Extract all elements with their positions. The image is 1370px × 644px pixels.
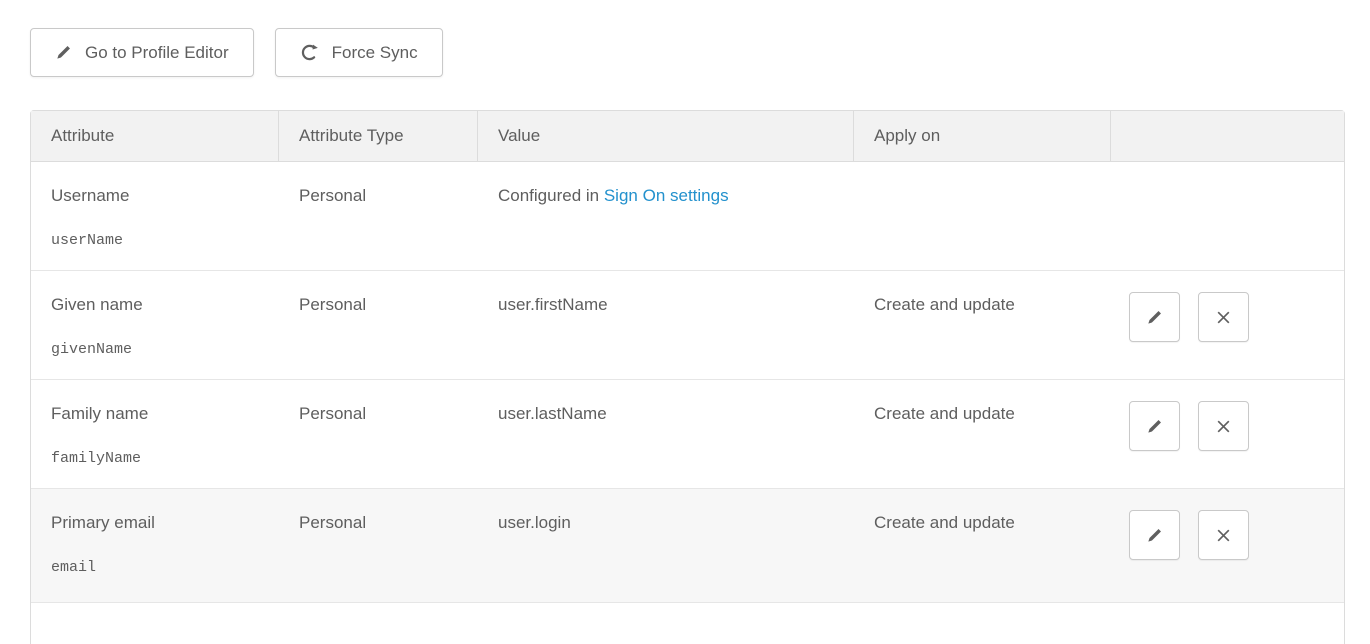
apply-on-cell: Create and update xyxy=(854,489,1111,603)
close-icon xyxy=(1215,418,1232,435)
pencil-icon xyxy=(1146,527,1163,544)
apply-on-cell: Create and update xyxy=(854,271,1111,380)
value-text: user.lastName xyxy=(498,404,607,423)
attribute-cell: Primary email email xyxy=(31,489,279,603)
attribute-type-cell: Personal xyxy=(279,271,478,380)
attribute-label: Family name xyxy=(51,404,269,424)
value-text: Configured in xyxy=(498,186,604,205)
value-cell: user.login xyxy=(478,489,854,603)
attribute-cell: Given name givenName xyxy=(31,271,279,380)
column-header-attribute: Attribute xyxy=(31,111,279,162)
apply-on-text: Create and update xyxy=(874,295,1015,314)
toolbar: Go to Profile Editor Force Sync xyxy=(30,28,443,77)
attribute-type-cell: Personal xyxy=(279,489,478,603)
attribute-variable: userName xyxy=(51,232,269,249)
column-header-actions xyxy=(1111,111,1344,162)
pencil-icon xyxy=(1146,418,1163,435)
pencil-icon xyxy=(1146,309,1163,326)
edit-attribute-button[interactable] xyxy=(1129,510,1180,560)
sign-on-settings-link[interactable]: Sign On settings xyxy=(604,186,729,205)
force-sync-label: Force Sync xyxy=(332,43,418,63)
actions-cell xyxy=(1111,489,1344,603)
table-row-username: Username userName Personal Configured in… xyxy=(31,162,1344,271)
attribute-type: Personal xyxy=(299,404,366,423)
column-header-attribute-type: Attribute Type xyxy=(279,111,478,162)
value-text: user.login xyxy=(498,513,571,532)
attribute-variable: email xyxy=(51,559,269,576)
value-cell: user.firstName xyxy=(478,271,854,380)
table-row-partial xyxy=(31,603,1344,644)
attribute-variable: givenName xyxy=(51,341,269,358)
close-icon xyxy=(1215,309,1232,326)
actions-cell xyxy=(1111,162,1344,271)
attribute-type: Personal xyxy=(299,295,366,314)
actions-cell xyxy=(1111,380,1344,489)
apply-on-text: Create and update xyxy=(874,404,1015,423)
attribute-variable: familyName xyxy=(51,450,269,467)
attribute-type: Personal xyxy=(299,186,366,205)
column-header-apply-on: Apply on xyxy=(854,111,1111,162)
value-text: user.firstName xyxy=(498,295,608,314)
apply-on-text: Create and update xyxy=(874,513,1015,532)
column-header-value: Value xyxy=(478,111,854,162)
apply-on-cell xyxy=(854,162,1111,271)
apply-on-cell: Create and update xyxy=(854,380,1111,489)
remove-attribute-button[interactable] xyxy=(1198,292,1249,342)
value-cell: user.lastName xyxy=(478,380,854,489)
force-sync-button[interactable]: Force Sync xyxy=(275,28,443,77)
edit-attribute-button[interactable] xyxy=(1129,292,1180,342)
empty-cell xyxy=(31,603,1344,644)
go-to-profile-editor-label: Go to Profile Editor xyxy=(85,43,229,63)
pencil-icon xyxy=(55,44,72,61)
attribute-type-cell: Personal xyxy=(279,380,478,489)
table-row-family-name: Family name familyName Personal user.las… xyxy=(31,380,1344,489)
actions-cell xyxy=(1111,271,1344,380)
table-row-given-name: Given name givenName Personal user.first… xyxy=(31,271,1344,380)
attribute-label: Primary email xyxy=(51,513,269,533)
attribute-label: Username xyxy=(51,186,269,206)
attribute-mappings-page: Go to Profile Editor Force Sync Attribut… xyxy=(0,0,1370,644)
attribute-cell: Username userName xyxy=(31,162,279,271)
attribute-label: Given name xyxy=(51,295,269,315)
go-to-profile-editor-button[interactable]: Go to Profile Editor xyxy=(30,28,254,77)
attribute-mapping-table: Attribute Attribute Type Value Apply on … xyxy=(30,110,1345,644)
close-icon xyxy=(1215,527,1232,544)
remove-attribute-button[interactable] xyxy=(1198,401,1249,451)
remove-attribute-button[interactable] xyxy=(1198,510,1249,560)
attribute-type-cell: Personal xyxy=(279,162,478,271)
attribute-cell: Family name familyName xyxy=(31,380,279,489)
value-cell: Configured in Sign On settings xyxy=(478,162,854,271)
refresh-icon xyxy=(300,43,319,62)
edit-attribute-button[interactable] xyxy=(1129,401,1180,451)
table-header-row: Attribute Attribute Type Value Apply on xyxy=(31,111,1344,162)
table-row-primary-email: Primary email email Personal user.login … xyxy=(31,489,1344,603)
attribute-type: Personal xyxy=(299,513,366,532)
